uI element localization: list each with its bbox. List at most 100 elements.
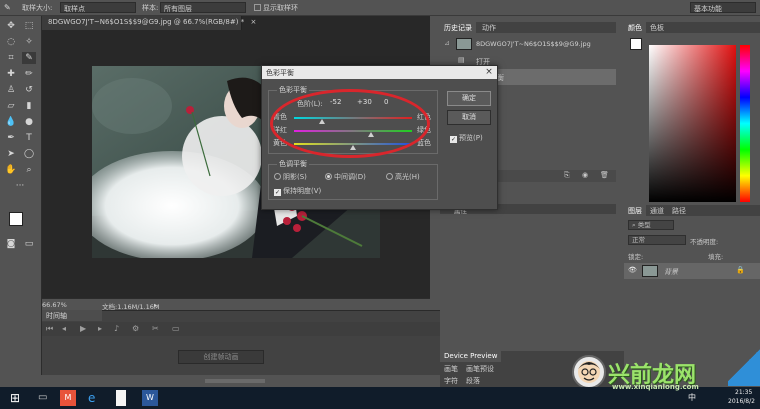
sample-label: 样本:: [142, 4, 159, 12]
blend-mode-dropdown[interactable]: 正常: [628, 235, 686, 245]
history-brush-icon[interactable]: ↺: [22, 84, 36, 96]
pen-tool-icon[interactable]: ✒: [4, 132, 18, 144]
preview-checkbox[interactable]: ✓ 预览(P): [450, 133, 483, 143]
radio-highlights[interactable]: 高光(H): [386, 172, 420, 182]
ok-button[interactable]: 确定: [447, 91, 491, 106]
layer-kind-filter[interactable]: ⌕ 类型: [628, 220, 674, 230]
visibility-eye-icon[interactable]: 👁: [628, 266, 637, 274]
edge-browser-icon[interactable]: e: [88, 390, 104, 406]
new-document-from-state-icon[interactable]: ⎘: [564, 171, 570, 180]
tab-brush[interactable]: 画笔: [440, 363, 462, 374]
layer-thumbnail: [642, 265, 658, 277]
tab-color[interactable]: 颜色: [624, 22, 646, 33]
tab-paths[interactable]: 路径: [668, 205, 690, 216]
marquee-tool-icon[interactable]: ⬚: [22, 20, 36, 32]
quick-mask-icon[interactable]: ◙: [4, 238, 18, 250]
blur-tool-icon[interactable]: 💧: [4, 116, 18, 128]
split-icon[interactable]: ✂: [152, 324, 159, 333]
prev-frame-icon[interactable]: ◂: [62, 324, 66, 333]
zoom-tool-icon[interactable]: ⌕: [22, 164, 36, 176]
ime-indicator[interactable]: 中: [688, 392, 696, 403]
show-ring-checkbox[interactable]: 显示取样环: [254, 3, 298, 13]
windows-start-icon[interactable]: ⊞: [10, 390, 26, 406]
dialog-title-bar[interactable]: 色彩平衡: [262, 66, 497, 79]
history-tabs: 历史记录 动作: [440, 22, 616, 33]
create-frame-animation-button[interactable]: 创建帧动画: [178, 350, 264, 364]
radio-highlights-label: 高光(H): [395, 173, 420, 181]
radio-highlights-circle: [386, 173, 393, 180]
tab-history[interactable]: 历史记录: [440, 22, 476, 33]
corner-ribbon: [728, 344, 760, 386]
hand-tool-icon[interactable]: ✋: [4, 164, 18, 176]
brush-tool-icon[interactable]: ✏: [22, 68, 36, 80]
snapshot-brush-icon: ⊿: [444, 39, 450, 47]
current-color-swatch[interactable]: [630, 38, 642, 50]
layer-row-background[interactable]: 👁 背景 🔒: [624, 263, 760, 279]
crop-tool-icon[interactable]: ⌗: [4, 52, 18, 64]
screen-mode-icon[interactable]: ▭: [22, 238, 36, 250]
workspace-dropdown[interactable]: 基本功能: [690, 2, 756, 13]
transition-icon[interactable]: ▭: [172, 324, 180, 333]
create-frame-animation-label: 创建帧动画: [203, 353, 239, 361]
color-balance-group-label: 色彩平衡: [277, 85, 309, 95]
foreground-color-swatch[interactable]: [9, 212, 23, 226]
tab-brush-presets[interactable]: 画笔预设: [462, 363, 498, 374]
eyedropper-icon[interactable]: ✎: [22, 52, 36, 64]
status-arrow-icon[interactable]: ▸: [154, 301, 157, 309]
new-snapshot-icon[interactable]: ◉: [582, 171, 588, 179]
preserve-luminosity-label: 保持明度(V): [283, 187, 322, 195]
gradient-tool-icon[interactable]: ▮: [22, 100, 36, 112]
type-tool-icon[interactable]: T: [22, 132, 36, 144]
close-icon[interactable]: ×: [483, 66, 495, 79]
move-tool-icon[interactable]: ✥: [4, 20, 18, 32]
settings-icon[interactable]: ⚙: [132, 324, 139, 333]
sample-dropdown[interactable]: 所有图层: [160, 2, 246, 13]
first-frame-icon[interactable]: ⏮: [46, 324, 53, 334]
dodge-tool-icon[interactable]: ●: [22, 116, 36, 128]
timeline-controls: ⏮ ◂ ▶ ▸ ♪ ⚙ ✂ ▭: [42, 322, 440, 336]
sample-size-dropdown[interactable]: 取样点: [60, 2, 136, 13]
audio-icon[interactable]: ♪: [114, 324, 119, 333]
hue-slider[interactable]: [740, 45, 750, 202]
clock-time: 21:35: [735, 389, 753, 396]
delete-state-icon[interactable]: 🗑: [600, 171, 609, 179]
color-picker-field[interactable]: [649, 45, 736, 202]
tab-channels[interactable]: 通道: [646, 205, 668, 216]
tab-layers[interactable]: 图层: [624, 205, 646, 216]
sample-size-label: 取样大小:: [22, 4, 53, 12]
cancel-button[interactable]: 取消: [447, 110, 491, 125]
quick-select-tool-icon[interactable]: ✧: [22, 36, 36, 48]
timeline-tab[interactable]: 时间轴: [42, 310, 102, 321]
photoshop-app-icon[interactable]: M: [60, 390, 76, 406]
tab-actions[interactable]: 动作: [478, 22, 500, 33]
blend-mode-value: 正常: [632, 236, 645, 244]
play-icon[interactable]: ▶: [80, 324, 86, 333]
radio-midtones-circle: [325, 173, 332, 180]
path-select-icon[interactable]: ➤: [4, 148, 18, 160]
word-app-icon[interactable]: W: [142, 390, 158, 406]
tab-character[interactable]: 字符: [440, 375, 462, 386]
more-tools-icon[interactable]: ···: [13, 180, 27, 192]
next-frame-icon[interactable]: ▸: [98, 324, 102, 333]
preserve-luminosity-checkbox[interactable]: ✓ 保持明度(V): [274, 186, 321, 196]
lasso-tool-icon[interactable]: ◌: [4, 36, 18, 48]
task-view-icon[interactable]: ▭: [38, 390, 54, 406]
timeline-scrollbar[interactable]: [205, 379, 265, 383]
radio-shadows[interactable]: 阴影(S): [274, 172, 307, 182]
tab-swatches[interactable]: 色板: [646, 22, 668, 33]
file-icon[interactable]: [116, 390, 126, 406]
close-tab-icon[interactable]: ×: [250, 18, 256, 26]
history-snapshot[interactable]: ⊿ 8DGWGO7J'T~N6$O1S$$9@G9.jpg: [440, 36, 616, 52]
show-ring-label: 显示取样环: [263, 4, 298, 12]
document-tab[interactable]: 8DGWGO7J'T~N6$O1S$$9@G9.jpg @ 66.7%(RGB/…: [42, 16, 256, 30]
radio-midtones[interactable]: 中间调(D): [325, 172, 366, 182]
tab-paragraph[interactable]: 段落: [462, 375, 484, 386]
eraser-tool-icon[interactable]: ▱: [4, 100, 18, 112]
zoom-level[interactable]: 66.67%: [42, 301, 67, 309]
clone-stamp-icon[interactable]: ♙: [4, 84, 18, 96]
tab-device-preview[interactable]: Device Preview: [440, 351, 502, 362]
layers-panel: 图层 通道 路径 ⌕ 类型 正常 不透明度: 锁定: 填充: 👁 背景 🔒: [624, 205, 760, 349]
ellipse-tool-icon[interactable]: ◯: [22, 148, 36, 160]
healing-brush-icon[interactable]: ✚: [4, 68, 18, 80]
status-bar: 66.67% 文档:1.16M/1.16M ▸: [42, 298, 430, 311]
